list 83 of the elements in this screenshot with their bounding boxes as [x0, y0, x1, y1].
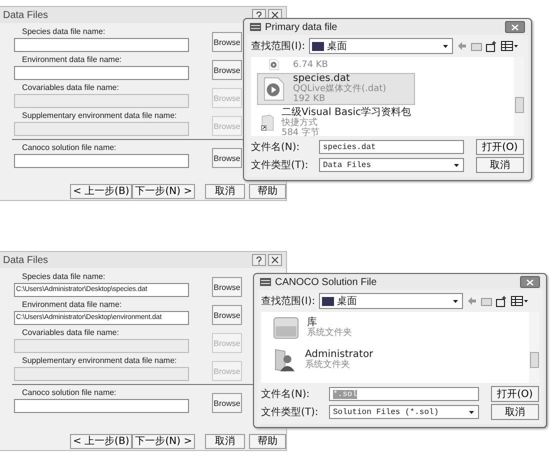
- input-field[interactable]: [14, 339, 189, 353]
- field-label: Covariables data file name:: [21, 83, 120, 92]
- field-label: Species data file name:: [21, 272, 106, 281]
- wizard-button[interactable]: 取消: [205, 184, 246, 199]
- input-field[interactable]: [14, 367, 189, 381]
- file-size: 192 KB: [293, 94, 326, 104]
- file-type-dropdown[interactable]: Solution Files (*.sol): [329, 405, 479, 419]
- media-file-icon: [261, 77, 287, 101]
- input-field[interactable]: [14, 154, 189, 168]
- field-label: 查找范围(I):: [251, 40, 306, 53]
- filename-field[interactable]: species.dat: [319, 140, 464, 154]
- field-label: Covariables data file name:: [21, 328, 120, 337]
- desktop-icon: [322, 296, 334, 306]
- browse-button[interactable]: Browse: [212, 60, 242, 80]
- file-size: 584 字节: [281, 128, 321, 138]
- field-label: Species data file name:: [21, 27, 106, 36]
- view-menu-icon[interactable]: [501, 40, 518, 52]
- file-name: species.dat: [293, 74, 350, 84]
- scrollbar[interactable]: [529, 312, 539, 383]
- file-item[interactable]: 二级Visual Basic学习资料包 快捷方式 584 字节: [257, 107, 415, 139]
- wizard-button[interactable]: 帮助: [249, 434, 286, 449]
- wizard-button[interactable]: < 上一步(B): [70, 434, 132, 449]
- file-type-dropdown[interactable]: Data Files: [319, 158, 464, 172]
- window-title: Data Files: [3, 254, 48, 266]
- input-field[interactable]: [14, 122, 189, 136]
- window-title: CANOCO Solution File: [275, 276, 378, 288]
- input-field[interactable]: [14, 38, 189, 52]
- file-name: 库: [307, 318, 317, 328]
- field-label: Supplementary environment data file name:: [21, 356, 178, 365]
- desktop-icon: [312, 42, 324, 50]
- field-label: 文件名(N):: [261, 388, 311, 401]
- new-folder-icon[interactable]: [486, 40, 498, 52]
- browse-button[interactable]: Browse: [212, 148, 242, 168]
- help-icon[interactable]: [252, 254, 266, 266]
- file-item[interactable]: species.dat QQLive媒体文件(.dat) 192 KB: [257, 73, 415, 105]
- cancel-button[interactable]: 取消: [491, 404, 539, 420]
- browse-button[interactable]: Browse: [212, 305, 242, 325]
- cancel-button[interactable]: 取消: [476, 157, 524, 173]
- wizard-button[interactable]: 下一步(N) >: [132, 184, 196, 199]
- file-item[interactable]: Administrator 系统文件夹: [267, 347, 425, 373]
- field-label: Canoco solution file name:: [21, 143, 118, 152]
- file-type: 系统文件夹: [305, 360, 351, 370]
- app-icon: [250, 23, 261, 31]
- browse-button[interactable]: Browse: [212, 393, 242, 413]
- look-in-dropdown[interactable]: 桌面: [319, 293, 464, 309]
- file-type: 快捷方式: [281, 118, 318, 128]
- browse-button[interactable]: Browse: [212, 277, 242, 297]
- field-label: Environment data file name:: [21, 55, 123, 64]
- close-icon[interactable]: [505, 21, 525, 33]
- close-icon[interactable]: [520, 276, 540, 288]
- file-item[interactable]: 库 系统文件夹: [267, 315, 425, 341]
- field-label: 文件类型(T):: [251, 158, 310, 172]
- view-menu-icon[interactable]: [511, 296, 528, 306]
- input-field[interactable]: [14, 66, 189, 80]
- open-button[interactable]: 打开(O): [491, 386, 539, 402]
- new-folder-icon[interactable]: [496, 296, 508, 306]
- field-label: 文件名(N):: [251, 140, 301, 154]
- field-label: 文件类型(T):: [261, 406, 320, 419]
- field-label: Environment data file name:: [21, 300, 123, 309]
- wizard-button[interactable]: < 上一步(B): [70, 184, 132, 199]
- file-name: 二级Visual Basic学习资料包: [281, 108, 411, 118]
- wizard-button[interactable]: 帮助: [249, 184, 286, 199]
- field-label: Canoco solution file name:: [21, 388, 118, 397]
- app-icon: [260, 278, 271, 286]
- window-title: Data Files: [3, 10, 48, 20]
- library-folder-icon: [271, 316, 301, 340]
- file-name: Administrator: [305, 350, 374, 360]
- input-field[interactable]: [14, 94, 189, 108]
- input-field[interactable]: [14, 399, 189, 413]
- file-type: 系统文件夹: [307, 328, 352, 338]
- field-label: 查找范围(I):: [261, 294, 316, 308]
- field-label: Supplementary environment data file name:: [21, 111, 178, 120]
- close-icon[interactable]: [268, 254, 282, 266]
- file-item[interactable]: 6.74 KB: [257, 58, 415, 71]
- file-type: QQLive媒体文件(.dat): [293, 84, 386, 94]
- wizard-button[interactable]: 下一步(N) >: [132, 434, 196, 449]
- window-title: Primary data file: [265, 22, 338, 32]
- open-button[interactable]: 打开(O): [476, 139, 524, 155]
- look-in-dropdown[interactable]: 桌面: [309, 38, 454, 54]
- file-size: 6.74 KB: [293, 60, 328, 70]
- browse-button[interactable]: Browse: [212, 32, 242, 52]
- scrollbar[interactable]: [514, 57, 524, 136]
- wizard-button[interactable]: 取消: [205, 434, 246, 449]
